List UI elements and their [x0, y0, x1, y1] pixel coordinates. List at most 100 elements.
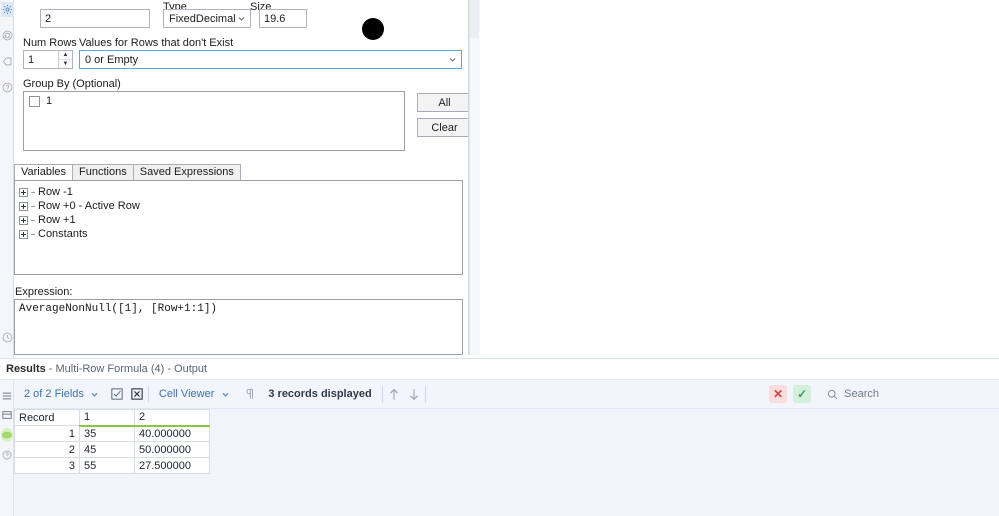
cell-col2[interactable]: 50.000000 [135, 442, 210, 458]
tree-connector [31, 206, 35, 207]
clear-button[interactable]: Clear [417, 118, 469, 137]
tree-item-row-plus-1[interactable]: Row +1 [19, 213, 462, 227]
reject-button[interactable]: ✕ [769, 385, 787, 403]
clock-icon[interactable] [1, 330, 14, 345]
results-title-main: Results [6, 363, 46, 375]
menu-icon[interactable] [1, 389, 13, 402]
cell-record[interactable]: 1 [15, 426, 80, 442]
expand-plus-icon[interactable] [19, 188, 28, 197]
type-select-value: FixedDecimal [169, 13, 236, 25]
top-area: Type Size 2 FixedDecimal 19.6 Num Rows V… [0, 0, 999, 358]
tab-saved-expressions[interactable]: Saved Expressions [133, 164, 241, 180]
results-table: Record 1 2 1 35 40.000000 2 45 50.000000 [14, 409, 210, 474]
tree-connector [31, 234, 35, 235]
num-rows-label: Num Rows [23, 37, 77, 49]
group-by-label: Group By (Optional) [23, 78, 121, 90]
cell-record[interactable]: 2 [15, 442, 80, 458]
pilcrow-icon[interactable] [242, 387, 256, 401]
num-rows-stepper[interactable]: 1 ▲ ▼ [23, 50, 73, 69]
expression-tabs: Variables Functions Saved Expressions [14, 164, 240, 180]
expression-editor[interactable]: AverageNonNull([1], [Row+1:1]) [14, 299, 463, 355]
checkbox-icon[interactable] [110, 387, 124, 401]
results-toolbar: 2 of 2 Fields Cell Viewer [14, 380, 999, 409]
chevron-down-icon [88, 387, 102, 401]
record-highlight-icon[interactable] [1, 428, 13, 442]
group-by-item-label: 1 [46, 95, 52, 107]
results-rail [0, 380, 14, 516]
tree-item-constants[interactable]: Constants [19, 227, 462, 241]
chevron-down-icon [236, 12, 248, 25]
variables-tree[interactable]: Row -1 Row +0 - Active Row Row +1 Consta… [14, 180, 463, 275]
search-icon [825, 387, 839, 401]
group-by-item[interactable]: 1 [24, 92, 404, 107]
annotation-dot [362, 18, 384, 40]
values-for-rows-value: 0 or Empty [85, 54, 138, 66]
table-row[interactable]: 3 55 27.500000 [15, 458, 210, 474]
num-rows-value: 1 [24, 51, 58, 68]
toolbar-separator [425, 386, 426, 402]
tree-item-label: Constants [38, 227, 88, 241]
table-row[interactable]: 2 45 50.000000 [15, 442, 210, 458]
all-button[interactable]: All [417, 93, 469, 112]
config-panel-scrollbar-thumb[interactable] [470, 0, 479, 38]
column-header-2[interactable]: 2 [135, 410, 210, 426]
num-rows-spin-buttons[interactable]: ▲ ▼ [58, 51, 72, 68]
panel-icon[interactable] [1, 408, 13, 421]
records-displayed-label: 3 records displayed [262, 380, 377, 409]
tree-connector [31, 192, 35, 193]
cell-col1[interactable]: 35 [80, 426, 135, 442]
cell-col2[interactable]: 27.500000 [135, 458, 210, 474]
tree-item-row-minus-1[interactable]: Row -1 [19, 185, 462, 199]
results-grid[interactable]: Record 1 2 1 35 40.000000 2 45 50.000000 [14, 409, 999, 516]
cell-col2[interactable]: 40.000000 [135, 426, 210, 442]
gear-icon[interactable] [1, 2, 14, 17]
group-by-listbox[interactable]: 1 [23, 91, 405, 151]
results-panel: Results - Multi-Row Formula (4) - Output [0, 358, 999, 516]
tree-item-label: Row +0 - Active Row [38, 199, 140, 213]
expand-plus-icon[interactable] [19, 202, 28, 211]
cell-record[interactable]: 3 [15, 458, 80, 474]
checkbox-icon[interactable] [29, 96, 40, 107]
column-header-record[interactable]: Record [15, 410, 80, 426]
tab-functions[interactable]: Functions [72, 164, 134, 180]
spin-up-icon[interactable]: ▲ [59, 51, 72, 60]
tab-variables[interactable]: Variables [14, 164, 73, 180]
x-box-icon[interactable] [130, 387, 144, 401]
cell-col1[interactable]: 55 [80, 458, 135, 474]
search-input[interactable]: Search [844, 388, 879, 400]
workflow-canvas[interactable]: AverageNonNull ([1], [Row+1:1]) AverageN… [481, 0, 999, 355]
expand-plus-icon[interactable] [19, 216, 28, 225]
table-row[interactable]: 1 35 40.000000 [15, 426, 210, 442]
app-root: Type Size 2 FixedDecimal 19.6 Num Rows V… [0, 0, 999, 516]
column-header-1[interactable]: 1 [80, 410, 135, 426]
tree-item-row-plus-0[interactable]: Row +0 - Active Row [19, 199, 462, 213]
values-for-rows-select[interactable]: 0 or Empty [79, 50, 462, 69]
fields-selector[interactable]: 2 of 2 Fields [14, 380, 108, 409]
spin-down-icon[interactable]: ▼ [59, 60, 72, 68]
help-icon[interactable] [1, 448, 13, 461]
cell-viewer-selector[interactable]: Cell Viewer [153, 380, 238, 409]
results-title-bar: Results - Multi-Row Formula (4) - Output [0, 359, 999, 380]
tree-item-label: Row +1 [38, 213, 76, 227]
help-icon[interactable] [1, 80, 14, 95]
tree-connector [31, 220, 35, 221]
type-select[interactable]: FixedDecimal [163, 9, 251, 28]
fields-selector-label: 2 of 2 Fields [24, 388, 84, 400]
arrow-up-icon[interactable] [387, 387, 401, 401]
values-for-rows-label: Values for Rows that don't Exist [79, 37, 233, 49]
accept-button[interactable]: ✓ [793, 385, 811, 403]
cell-viewer-label: Cell Viewer [159, 388, 214, 400]
config-panel-rail [0, 0, 14, 358]
chevron-down-icon [446, 53, 459, 66]
document-icon[interactable] [1, 28, 14, 43]
chevron-down-icon [218, 387, 232, 401]
field-value-input[interactable]: 2 [40, 9, 150, 28]
search-box[interactable]: Search [825, 387, 879, 401]
results-title-sub: - Multi-Row Formula (4) - Output [49, 363, 207, 375]
cell-col1[interactable]: 45 [80, 442, 135, 458]
config-panel-scrollbar-track[interactable] [469, 0, 480, 355]
tag-icon[interactable] [1, 54, 14, 69]
arrow-down-icon[interactable] [407, 387, 421, 401]
expand-plus-icon[interactable] [19, 230, 28, 239]
size-input[interactable]: 19.6 [259, 9, 307, 28]
